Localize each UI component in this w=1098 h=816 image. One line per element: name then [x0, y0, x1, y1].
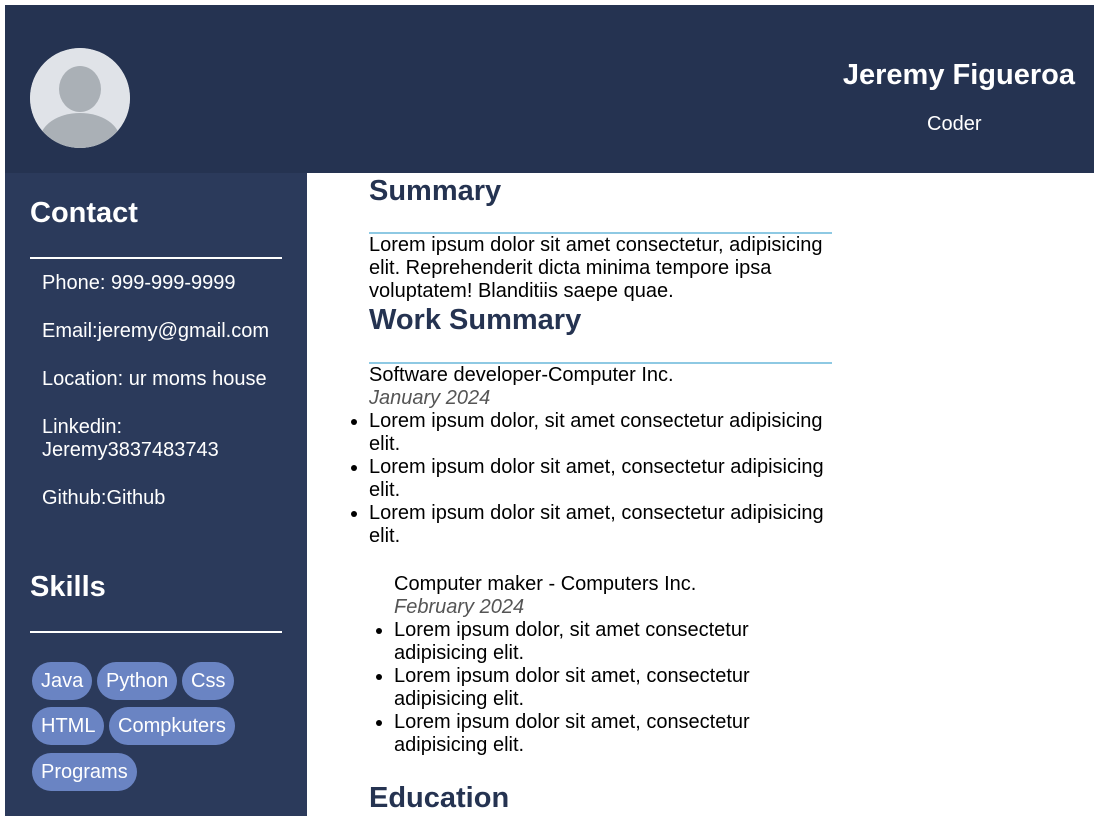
avatar-icon — [30, 48, 130, 148]
contact-email: Email:jeremy@gmail.com — [42, 320, 270, 342]
contact-linkedin: Linkedin: Jeremy3837483743 — [42, 416, 219, 461]
skill-pill-java: Java — [32, 662, 93, 700]
skill-pill-html: HTML — [32, 707, 105, 745]
contact-phone: Phone: 999-999-9999 — [42, 272, 236, 294]
summary-heading: Summary — [369, 175, 502, 207]
skill-pill-compkuters: Compkuters — [109, 707, 235, 745]
education-heading: Education — [369, 782, 510, 814]
list-item: Lorem ipsum dolor sit amet, consectetur … — [394, 711, 774, 757]
sidebar: Contact Phone: 999-999-9999 Email:jeremy… — [5, 173, 307, 816]
job-title: Computer maker - Computers Inc. — [394, 573, 697, 595]
skill-pill-css: Css — [182, 662, 235, 700]
skills-divider — [30, 631, 282, 633]
list-item: Lorem ipsum dolor sit amet, consectetur … — [369, 502, 834, 548]
job-date: February 2024 — [394, 596, 525, 618]
header: Jeremy Figueroa Coder — [5, 5, 1094, 173]
list-item: Lorem ipsum dolor sit amet, consectetur … — [369, 456, 834, 502]
profile-name: Jeremy Figueroa — [842, 59, 1075, 91]
list-item: Lorem ipsum dolor, sit amet consectetur … — [369, 410, 834, 456]
skill-pill-python: Python — [97, 662, 178, 700]
resume-page: Jeremy Figueroa Coder Contact Phone: 999… — [5, 5, 1094, 816]
work-summary-heading: Work Summary — [369, 304, 582, 336]
contact-github: Github:Github — [42, 487, 166, 509]
contact-location: Location: ur moms house — [42, 368, 267, 390]
list-item: Lorem ipsum dolor sit amet, consectetur … — [394, 665, 774, 711]
job-bullets: Lorem ipsum dolor, sit amet consectetur … — [394, 619, 774, 757]
skills-heading: Skills — [30, 571, 106, 603]
skill-pill-programs: Programs — [32, 753, 137, 791]
job-bullets: Lorem ipsum dolor, sit amet consectetur … — [369, 410, 834, 548]
contact-heading: Contact — [30, 197, 138, 229]
job-title: Software developer-Computer Inc. — [369, 364, 674, 386]
profile-role: Coder — [927, 113, 982, 135]
job-date: January 2024 — [369, 387, 491, 409]
list-item: Lorem ipsum dolor, sit amet consectetur … — [394, 619, 774, 665]
summary-text: Lorem ipsum dolor sit amet consectetur, … — [369, 234, 823, 302]
contact-divider — [30, 257, 282, 259]
